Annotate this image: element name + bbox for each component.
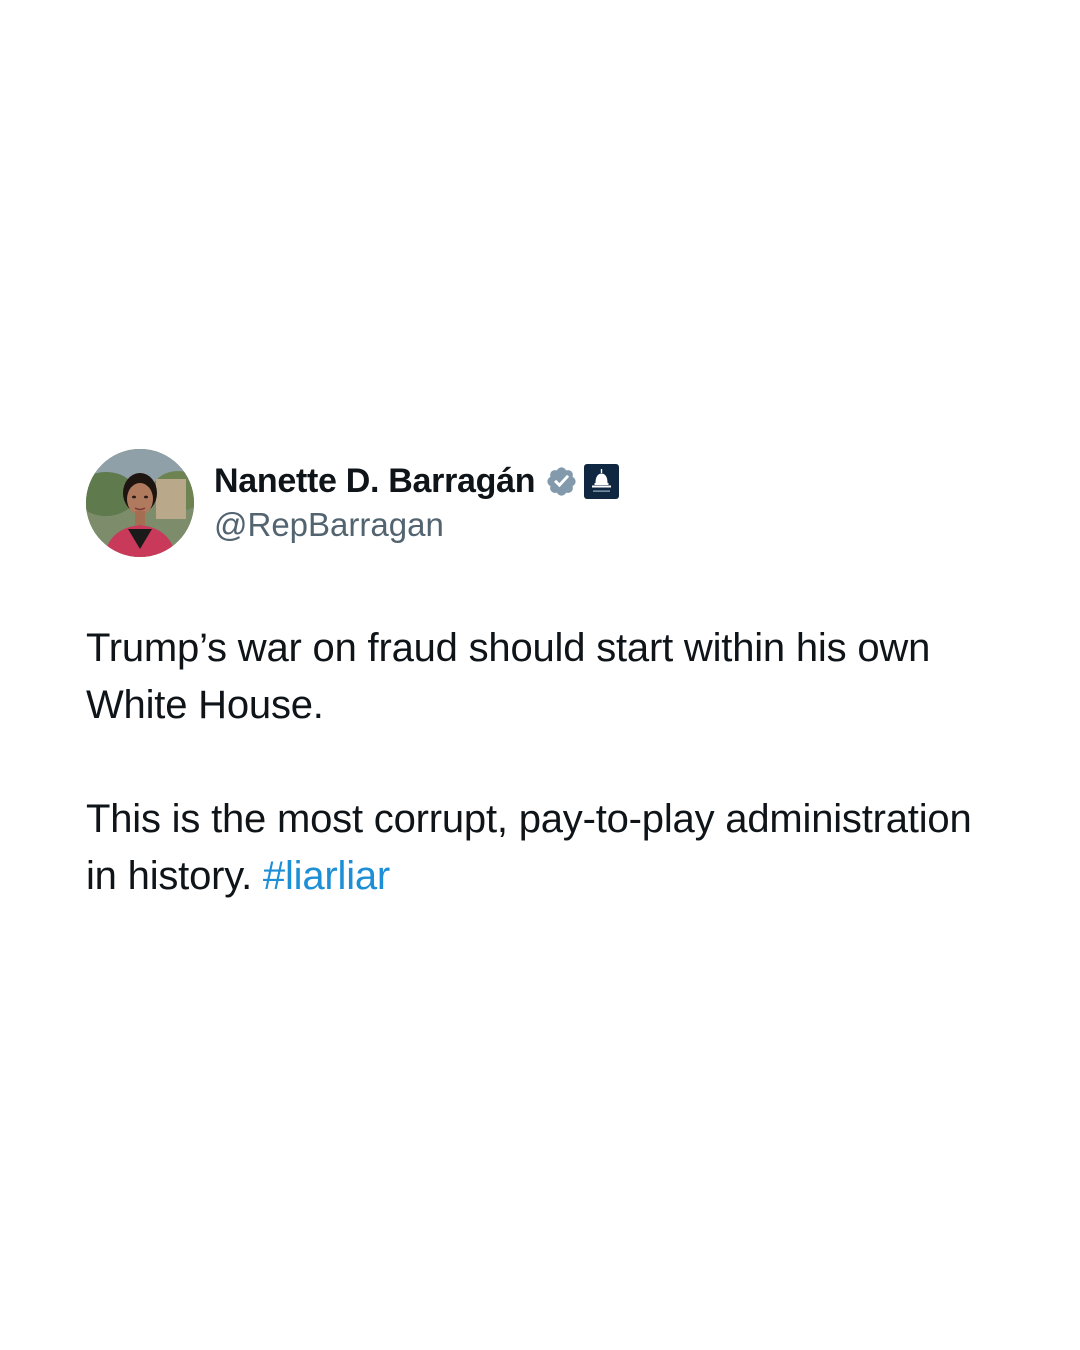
avatar-image xyxy=(86,449,194,557)
tweet-body: Trump’s war on fraud should start within… xyxy=(86,620,1006,905)
hashtag-link[interactable]: #liarliar xyxy=(263,854,390,898)
author-handle[interactable]: @RepBarragan xyxy=(214,506,619,544)
avatar[interactable] xyxy=(86,449,194,557)
tweet-paragraph-1: Trump’s war on fraud should start within… xyxy=(86,626,931,727)
tweet-header: Nanette D. Barragán @RepBarragan xyxy=(86,448,1006,558)
capitol-dome-icon[interactable] xyxy=(584,463,620,499)
verified-badge-icon[interactable] xyxy=(545,465,578,498)
author-name[interactable]: Nanette D. Barragán xyxy=(214,462,535,501)
tweet-paragraph-2-text: This is the most corrupt, pay-to-play ad… xyxy=(86,797,972,898)
tweet-card: Nanette D. Barragán @RepBarragan Trump’s… xyxy=(86,448,1006,905)
tweet-paragraph-2: This is the most corrupt, pay-to-play ad… xyxy=(86,791,1006,905)
name-row: Nanette D. Barragán xyxy=(214,458,620,504)
author-identity: Nanette D. Barragán @RepBarragan xyxy=(214,458,620,544)
